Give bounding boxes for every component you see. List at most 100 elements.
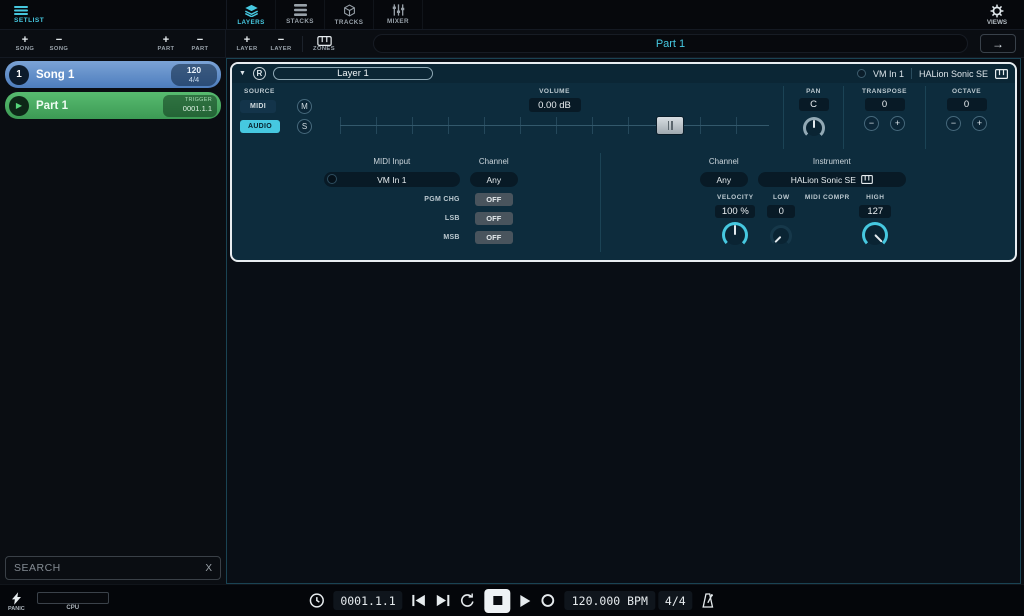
zones-button[interactable]: ZONES (311, 36, 337, 52)
setlist-section[interactable]: SETLIST (0, 0, 226, 29)
msb-toggle[interactable]: OFF (475, 231, 513, 244)
panic-button[interactable]: PANIC (8, 590, 25, 612)
gear-icon (990, 4, 1004, 18)
piano-icon[interactable] (995, 69, 1008, 79)
layer-controls: SOURCE MIDI M AUDIO S VOLUME 0.00 dB (232, 83, 1015, 149)
views-label: VIEWS (987, 19, 1007, 26)
pan-value[interactable]: C (799, 98, 829, 111)
transpose-value[interactable]: 0 (865, 98, 905, 111)
skip-forward-button[interactable] (436, 594, 451, 607)
velocity-value[interactable]: 100 % (715, 205, 755, 218)
velocity-label: VELOCITY (717, 194, 754, 201)
remove-song-button[interactable]: − SONG (46, 35, 72, 52)
octave-increment-button[interactable]: + (972, 116, 987, 131)
remove-song-label: SONG (50, 46, 69, 52)
song-item[interactable]: 1 Song 1 120 4/4 (5, 61, 221, 88)
toolbar-row: + SONG − SONG + PART − PART + LAYER (0, 30, 1024, 58)
setlist-label: SETLIST (14, 17, 44, 24)
position-display[interactable]: 0001.1.1 (333, 591, 402, 610)
layer-name[interactable]: Layer 1 (273, 67, 433, 80)
octave-value[interactable]: 0 (947, 98, 987, 111)
volume-label: VOLUME (539, 88, 570, 95)
remove-layer-button[interactable]: − LAYER (268, 35, 294, 52)
audio-source-button[interactable]: AUDIO (240, 120, 280, 133)
layer-panel[interactable]: ▼ R Layer 1 VM In 1 HALion Sonic SE SOUR… (230, 62, 1017, 262)
song-timesig: 4/4 (189, 76, 199, 84)
tab-mixer[interactable]: MIXER (374, 0, 423, 29)
instrument-select[interactable]: HALion Sonic SE (758, 172, 906, 187)
top-bar: SETLIST LAYERS STACKS TRACKS MIXER VIEWS (0, 0, 1024, 30)
mixer-icon (392, 4, 405, 16)
volume-value[interactable]: 0.00 dB (529, 98, 581, 112)
add-layer-button[interactable]: + LAYER (234, 35, 260, 52)
skip-back-button[interactable] (412, 594, 427, 607)
tab-stacks[interactable]: STACKS (276, 0, 325, 29)
collapse-icon[interactable]: ▼ (239, 70, 246, 77)
metronome-button[interactable] (702, 593, 715, 608)
song-number-badge: 1 (9, 65, 29, 85)
setlist-icon (14, 6, 28, 15)
solo-button[interactable]: S (297, 119, 312, 134)
add-song-button[interactable]: + SONG (12, 35, 38, 52)
tempo-group: 120.000 BPM 4/4 (565, 591, 693, 610)
pgm-chg-toggle[interactable]: OFF (475, 193, 513, 206)
tempo-display[interactable]: 120.000 BPM (565, 591, 655, 610)
volume-slider-handle[interactable] (657, 117, 683, 134)
midi-input-select[interactable]: VM In 1 (324, 172, 460, 187)
tab-tracks[interactable]: TRACKS (325, 0, 374, 29)
part-item[interactable]: ▶ Part 1 TRIGGER 0001.1.1 (5, 92, 221, 119)
mute-button[interactable]: M (297, 99, 312, 114)
midi-channel-select[interactable]: Any (470, 172, 518, 187)
tracks-icon (343, 4, 356, 17)
pan-knob[interactable] (803, 117, 825, 139)
record-button[interactable] (541, 593, 556, 608)
part-play-icon[interactable]: ▶ (9, 96, 29, 116)
low-label: LOW (773, 194, 790, 201)
main-tabs: LAYERS STACKS TRACKS MIXER (226, 0, 423, 29)
transpose-decrement-button[interactable]: − (864, 116, 879, 131)
play-button[interactable] (520, 594, 532, 608)
octave-section: OCTAVE 0 − + (925, 86, 1007, 149)
views-button[interactable]: VIEWS (970, 0, 1024, 29)
timesig-display[interactable]: 4/4 (658, 591, 693, 610)
next-part-button[interactable]: → (980, 34, 1016, 53)
inst-channel-select[interactable]: Any (700, 172, 748, 187)
plus-icon: + (244, 35, 250, 46)
search-input[interactable] (14, 562, 205, 574)
lsb-label: LSB (445, 215, 460, 222)
tab-layers[interactable]: LAYERS (227, 0, 276, 29)
low-value[interactable]: 0 (767, 205, 795, 218)
cpu-meter-bar (37, 592, 109, 604)
arrow-right-icon: → (992, 37, 1004, 51)
minus-icon: − (56, 35, 62, 46)
high-knob[interactable] (862, 222, 888, 248)
midi-input-label: MIDI Input (373, 157, 410, 166)
slider-track (340, 125, 769, 126)
midi-source-button[interactable]: MIDI (240, 100, 276, 113)
velocity-knob[interactable] (722, 222, 748, 248)
add-part-button[interactable]: + PART (153, 35, 179, 52)
search-clear-button[interactable]: X (205, 563, 212, 574)
layer-detail: MIDI Input Channel VM In 1 Any PGM CHG O… (242, 153, 1005, 252)
search-box: X (5, 556, 221, 580)
header-instrument[interactable]: HALion Sonic SE (919, 69, 988, 79)
layers-icon (244, 4, 259, 17)
high-value[interactable]: 127 (859, 205, 891, 218)
add-layer-label: LAYER (236, 46, 257, 52)
instrument-label: Instrument (813, 157, 851, 166)
transpose-increment-button[interactable]: + (890, 116, 905, 131)
record-ready-button[interactable]: R (253, 67, 266, 80)
stop-button[interactable] (485, 589, 511, 613)
clock-icon (309, 593, 324, 608)
header-midi-input[interactable]: VM In 1 (873, 69, 904, 79)
stacks-icon (294, 4, 307, 16)
cycle-button[interactable] (460, 593, 476, 608)
octave-decrement-button[interactable]: − (946, 116, 961, 131)
low-knob[interactable] (770, 225, 792, 247)
volume-slider[interactable] (340, 117, 769, 134)
lsb-toggle[interactable]: OFF (475, 212, 513, 225)
current-part-display[interactable]: Part 1 (373, 34, 968, 53)
midi-input-section: MIDI Input Channel VM In 1 Any PGM CHG O… (242, 153, 601, 252)
remove-part-button[interactable]: − PART (187, 35, 213, 52)
minus-icon: − (278, 35, 284, 46)
